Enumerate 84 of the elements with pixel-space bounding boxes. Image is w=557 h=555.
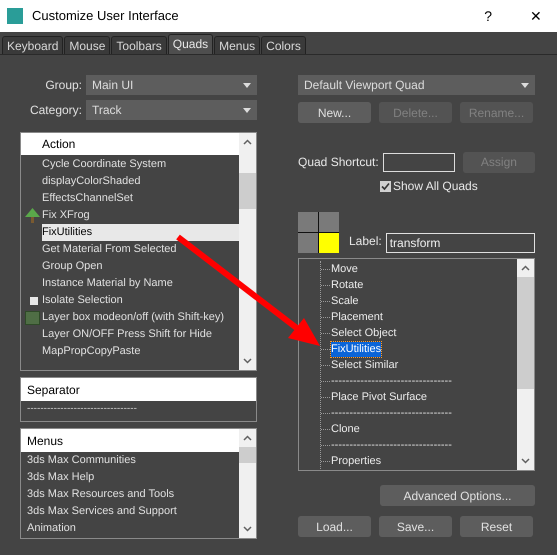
list-item[interactable]: 3ds Max Services and Support xyxy=(21,503,239,520)
list-item[interactable]: FixUtilities xyxy=(42,224,239,241)
list-item[interactable]: Layer ON/OFF Press Shift for Hide xyxy=(42,326,212,343)
box-icon xyxy=(25,310,40,324)
list-item[interactable]: Isolate Selection xyxy=(42,292,123,309)
scroll-up-icon xyxy=(243,139,252,145)
tree-item[interactable]: --------------------------------- xyxy=(331,438,452,452)
tree-item[interactable]: FixUtilities xyxy=(331,342,382,356)
dropdown[interactable]: Default Viewport Quad xyxy=(298,75,535,95)
category-label: Category: xyxy=(28,102,83,119)
tree-item[interactable]: Rotate xyxy=(331,278,364,292)
list-item[interactable]: --------------------------------- xyxy=(21,401,256,417)
list-item[interactable]: Fix XFrog xyxy=(42,207,90,224)
tab[interactable]: Keyboard xyxy=(2,36,64,54)
dropdown[interactable]: Main UI xyxy=(86,75,257,95)
app-logo-icon xyxy=(7,8,23,24)
cube-icon xyxy=(30,296,38,304)
quad-cell[interactable] xyxy=(298,233,318,253)
list-header: Menus xyxy=(21,429,239,452)
dropdown[interactable]: Track xyxy=(86,100,257,120)
list-item[interactable]: Layer box modeon/off (with Shift-key) xyxy=(42,309,224,326)
label-field[interactable]: transform xyxy=(386,233,535,253)
tree-item[interactable]: --------------------------------- xyxy=(331,406,452,420)
list-header: Separator xyxy=(21,378,256,401)
window-title: Customize User Interface xyxy=(32,7,179,26)
quad-cell[interactable] xyxy=(319,233,339,253)
list-item[interactable]: Group Open xyxy=(42,258,103,275)
list-item[interactable]: displayColorShaded xyxy=(42,173,140,190)
shortcut-field[interactable] xyxy=(382,152,455,172)
caret-icon xyxy=(243,108,251,112)
list-item[interactable]: 3ds Max Help xyxy=(21,469,239,486)
tree-item[interactable]: Select Object xyxy=(331,326,396,340)
button[interactable]: Advanced Options... xyxy=(380,485,535,506)
scrollbar[interactable] xyxy=(239,133,256,370)
scroll-thumb[interactable] xyxy=(517,277,534,389)
caret-icon xyxy=(521,82,529,88)
tab[interactable]: Colors xyxy=(261,36,306,54)
list-item[interactable]: Get Material From Selected xyxy=(42,241,176,258)
tree-item[interactable]: --------------------------------- xyxy=(331,374,452,388)
button[interactable]: Reset xyxy=(460,516,533,537)
list-item[interactable]: Animation xyxy=(21,520,239,537)
scroll-down-icon xyxy=(243,526,252,532)
quad-cell[interactable] xyxy=(298,212,318,232)
tree-item[interactable]: Scale xyxy=(331,294,359,308)
list-item[interactable]: MapPropCopyPaste xyxy=(42,343,140,360)
scroll-up-icon xyxy=(243,435,252,441)
close-button[interactable]: ✕ xyxy=(530,6,542,26)
list-item[interactable]: Instance Material by Name xyxy=(42,275,173,292)
scroll-down-icon xyxy=(521,458,530,464)
button[interactable]: New... xyxy=(298,102,371,123)
caret-icon xyxy=(243,82,251,88)
tab[interactable]: Menus xyxy=(214,36,260,54)
tree-item[interactable]: Place Pivot Surface xyxy=(331,390,427,404)
label-caption: Label: xyxy=(349,233,382,250)
group-label: Group: xyxy=(44,77,83,94)
tab[interactable]: Toolbars xyxy=(111,36,167,54)
tab[interactable]: Quads xyxy=(168,34,214,54)
quad-preview[interactable] xyxy=(298,212,339,253)
quad-shortcut-label: Quad Shortcut: xyxy=(298,154,379,171)
quad-cell[interactable] xyxy=(319,212,339,232)
tree-item[interactable]: Select Similar xyxy=(331,358,398,372)
help-button[interactable]: ? xyxy=(484,6,492,26)
checkbox[interactable] xyxy=(380,180,391,192)
list-item[interactable]: EffectsChannelSet xyxy=(42,190,133,207)
tree-item[interactable]: Properties xyxy=(331,454,382,468)
list-item[interactable]: Cycle Coordinate System xyxy=(42,156,166,173)
list-item[interactable]: 3ds Max Communities xyxy=(21,452,239,469)
tree-item[interactable]: Placement xyxy=(331,310,383,324)
checkbox-label: Show All Quads xyxy=(393,178,478,195)
scroll-up-icon xyxy=(521,265,530,271)
button[interactable]: Load... xyxy=(298,516,371,537)
tab[interactable]: Mouse xyxy=(64,36,110,54)
tree-item[interactable]: Move xyxy=(331,262,358,276)
tree-icon xyxy=(24,208,41,223)
scroll-thumb[interactable] xyxy=(239,173,256,209)
tree-item[interactable]: Clone xyxy=(331,422,360,436)
scrollbar[interactable] xyxy=(517,259,534,470)
check-icon xyxy=(381,182,390,190)
list-header: Action xyxy=(21,133,239,155)
scroll-down-icon xyxy=(243,358,252,364)
button[interactable]: Save... xyxy=(379,516,452,537)
scroll-thumb[interactable] xyxy=(239,447,256,463)
list-item[interactable]: 3ds Max Resources and Tools xyxy=(21,486,239,503)
scrollbar[interactable] xyxy=(239,429,256,538)
